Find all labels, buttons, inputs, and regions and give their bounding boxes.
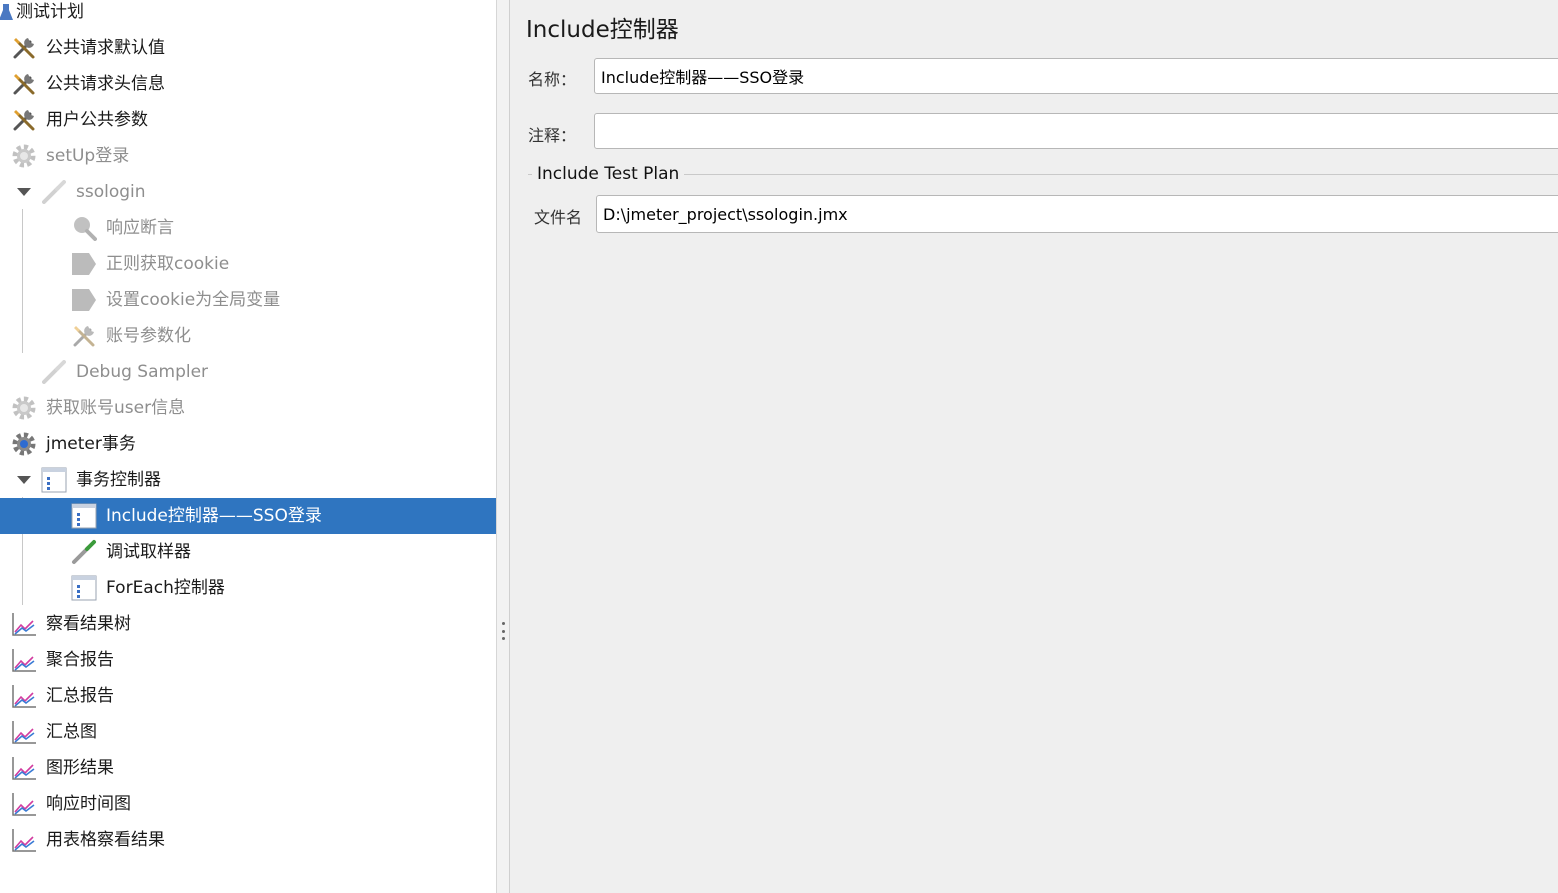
tree-item-label: 获取账号user信息 <box>46 398 186 418</box>
pipette-icon <box>40 358 68 386</box>
gear-icon <box>10 430 38 458</box>
graph-icon <box>10 610 38 638</box>
tools-icon <box>10 106 38 134</box>
tree-item[interactable]: 汇总图 <box>0 714 496 750</box>
tree-item-label: 用表格察看结果 <box>46 830 165 850</box>
controller-icon <box>70 502 98 530</box>
tree-item[interactable]: setUp登录 <box>0 138 496 174</box>
tree-item[interactable]: 获取账号user信息 <box>0 390 496 426</box>
graph-icon <box>10 646 38 674</box>
controller-icon <box>40 466 68 494</box>
panel-splitter[interactable] <box>496 0 510 893</box>
expand-toggle-icon[interactable] <box>16 472 32 488</box>
pipette-icon <box>40 178 68 206</box>
tree-item[interactable]: Debug Sampler <box>0 354 496 390</box>
tree-item-label: 聚合报告 <box>46 650 114 670</box>
tree-item-label: 调试取样器 <box>106 542 191 562</box>
jmeter-window: 测试计划 公共请求默认值 公共请求头信息 用户公共参数 setUp登录 ssol… <box>0 0 1558 893</box>
tree-item[interactable]: 图形结果 <box>0 750 496 786</box>
tree-item[interactable]: 用表格察看结果 <box>0 822 496 858</box>
graph-icon <box>10 790 38 818</box>
tree-item[interactable]: 察看结果树 <box>0 606 496 642</box>
include-controller-panel: Include控制器 名称： 注释： Include Test Plan 文件名 <box>510 0 1558 893</box>
tree-item-label: 账号参数化 <box>106 326 191 346</box>
comment-label: 注释： <box>528 126 577 145</box>
gear-icon <box>10 142 38 170</box>
tree-item-label: 设置cookie为全局变量 <box>106 290 281 310</box>
tree-item[interactable]: ssologin <box>0 174 496 210</box>
name-label: 名称： <box>528 70 577 89</box>
splitter-grip-icon[interactable] <box>502 622 505 640</box>
tree-item[interactable]: 事务控制器 <box>0 462 496 498</box>
tree-item-label: 响应断言 <box>106 218 174 238</box>
tools-icon <box>70 322 98 350</box>
pipette-icon <box>70 538 98 566</box>
tools-icon <box>10 34 38 62</box>
tree-item-label: jmeter事务 <box>46 434 136 454</box>
extractor-icon <box>70 250 98 278</box>
tree-item[interactable]: 响应断言 <box>0 210 496 246</box>
tree-item[interactable]: Include控制器——SSO登录 <box>0 498 496 534</box>
controller-icon <box>70 574 98 602</box>
tree-item[interactable]: 测试计划 <box>0 0 496 30</box>
tree-item[interactable]: 设置cookie为全局变量 <box>0 282 496 318</box>
magnifier-icon <box>70 214 98 242</box>
tree-item-label: 汇总图 <box>46 722 97 742</box>
tree-item[interactable]: 响应时间图 <box>0 786 496 822</box>
tree-item[interactable]: 聚合报告 <box>0 642 496 678</box>
expand-toggle-icon[interactable] <box>16 184 32 200</box>
tree-item-label: 公共请求头信息 <box>46 74 165 94</box>
tree-item-label: 图形结果 <box>46 758 114 778</box>
tree-item-label: 事务控制器 <box>76 470 161 490</box>
tools-icon <box>10 70 38 98</box>
tree-item-label: ssologin <box>76 182 146 202</box>
group-title: Include Test Plan <box>532 164 685 184</box>
tree-item[interactable]: 公共请求头信息 <box>0 66 496 102</box>
graph-icon <box>10 682 38 710</box>
panel-title: Include控制器 <box>526 17 679 43</box>
graph-icon <box>10 826 38 854</box>
file-name-label: 文件名 <box>534 208 583 227</box>
tree-item[interactable]: 用户公共参数 <box>0 102 496 138</box>
comment-field[interactable] <box>594 113 1558 149</box>
tree-item[interactable]: 账号参数化 <box>0 318 496 354</box>
tree-item-label: 测试计划 <box>16 2 84 22</box>
tree-item-label: Debug Sampler <box>76 362 209 382</box>
tree-item[interactable]: 正则获取cookie <box>0 246 496 282</box>
tree-item[interactable]: 公共请求默认值 <box>0 30 496 66</box>
tree-item-label: 响应时间图 <box>46 794 131 814</box>
gear-icon <box>10 394 38 422</box>
tree-item[interactable]: 汇总报告 <box>0 678 496 714</box>
tree-item-label: ForEach控制器 <box>106 578 225 598</box>
tree-item-label: 用户公共参数 <box>46 110 148 130</box>
tree-item-label: 察看结果树 <box>46 614 131 634</box>
tree-item-label: setUp登录 <box>46 146 130 166</box>
graph-icon <box>10 754 38 782</box>
extractor-icon <box>70 286 98 314</box>
test-plan-tree[interactable]: 测试计划 公共请求默认值 公共请求头信息 用户公共参数 setUp登录 ssol… <box>0 0 496 893</box>
graph-icon <box>10 718 38 746</box>
tree-item-label: 公共请求默认值 <box>46 38 165 58</box>
tree-item[interactable]: jmeter事务 <box>0 426 496 462</box>
name-field[interactable] <box>594 58 1558 94</box>
tree-item[interactable]: 调试取样器 <box>0 534 496 570</box>
file-name-field[interactable] <box>596 195 1558 233</box>
tree-item-label: 正则获取cookie <box>106 254 230 274</box>
tree-item-label: Include控制器——SSO登录 <box>106 506 322 526</box>
tree-item-label: 汇总报告 <box>46 686 114 706</box>
tree-item[interactable]: ForEach控制器 <box>0 570 496 606</box>
